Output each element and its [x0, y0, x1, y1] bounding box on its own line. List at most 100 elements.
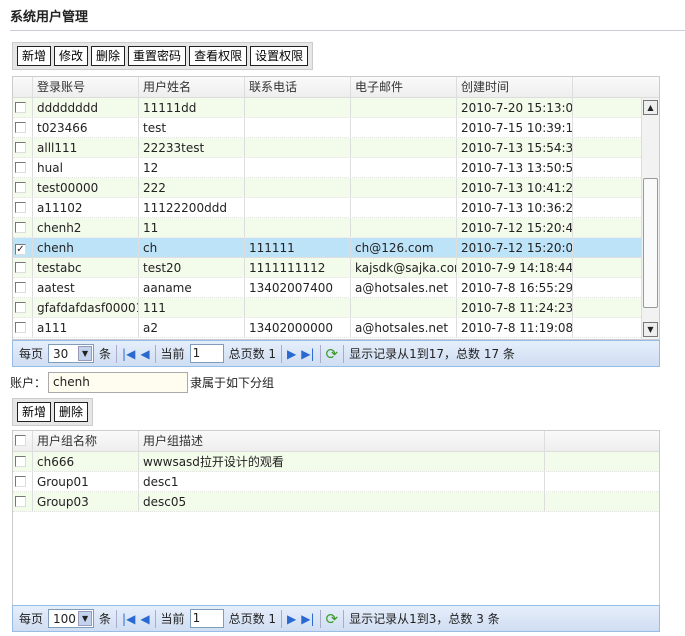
pager1-per-page-select[interactable]: 30 ▼	[48, 344, 95, 363]
table-row[interactable]: ch666 wwwsasd拉开设计的观看	[13, 452, 659, 472]
table-cell: 11	[139, 218, 245, 237]
row-checkbox[interactable]	[15, 282, 26, 293]
toolbar2-button-1[interactable]: 删除	[54, 402, 89, 422]
table-row[interactable]: chenh2 11 2010-7-12 15:20:47	[13, 218, 659, 238]
first-page-icon[interactable]: |◀	[122, 347, 135, 361]
last-page-icon[interactable]: ▶|	[301, 347, 314, 361]
table-cell: 2010-7-13 10:41:29	[457, 178, 573, 197]
table-row[interactable]: t023466 test 2010-7-15 10:39:18	[13, 118, 659, 138]
table-row[interactable]: aatest aaname 13402007400 a@hotsales.net 201…	[13, 278, 659, 298]
pager2-per-page-select[interactable]: 100 ▼	[48, 609, 95, 628]
next-page-icon[interactable]: ▶	[287, 347, 296, 361]
separator	[319, 344, 321, 363]
checkbox-cell	[13, 178, 33, 197]
row-checkbox[interactable]	[15, 456, 26, 467]
pager1-page-input[interactable]: 1	[189, 344, 224, 363]
column-header[interactable]: 联系电话	[245, 77, 351, 97]
checkbox-cell	[13, 492, 33, 511]
table-row[interactable]: testabc test20 1111111112 kajsdk@sajka.com 2…	[13, 258, 659, 278]
table-cell	[245, 198, 351, 217]
row-checkbox[interactable]	[15, 102, 26, 113]
chevron-down-icon[interactable]: ▼	[78, 611, 93, 626]
table-row[interactable]: alll111 22233test 2010-7-13 15:54:38	[13, 138, 659, 158]
table-cell: 2010-7-13 15:54:38	[457, 138, 573, 157]
table-row[interactable]: a111 a2 13402000000 a@hotsales.net 2010-7-8 …	[13, 318, 659, 338]
checkbox-cell: ✓	[13, 238, 33, 257]
table-cell	[351, 178, 457, 197]
last-page-icon[interactable]: ▶|	[301, 612, 314, 626]
toolbar2-button-0[interactable]: 新增	[17, 402, 52, 422]
table-cell	[245, 158, 351, 177]
table-cell: 2010-7-13 13:50:55	[457, 158, 573, 177]
pager1-total-pages: 总页数 1	[228, 347, 277, 361]
column-header[interactable]: 登录账号	[33, 77, 139, 97]
table-cell	[245, 98, 351, 117]
table-cell: 222	[139, 178, 245, 197]
users-grid-header: 登录账号 用户姓名 联系电话 电子邮件 创建时间	[13, 77, 659, 98]
toolbar-button-3[interactable]: 重置密码	[128, 46, 187, 66]
toolbar-button-1[interactable]: 修改	[54, 46, 89, 66]
table-row[interactable]: gfafdafdasf00001 111 2010-7-8 11:24:23	[13, 298, 659, 318]
column-header[interactable]: 用户姓名	[139, 77, 245, 97]
row-checkbox[interactable]	[15, 182, 26, 193]
groups-pager: 每页 100 ▼ 条 |◀ ◀ 当前 1 总页数 1 ▶ ▶| ⟳ 显示记录从1到3，总数 3 条	[12, 605, 660, 632]
toolbar-button-0[interactable]: 新增	[17, 46, 52, 66]
separator	[116, 609, 118, 628]
column-header[interactable]: 用户组名称	[33, 431, 139, 451]
row-checkbox[interactable]: ✓	[15, 244, 26, 255]
prev-page-icon[interactable]: ◀	[140, 347, 149, 361]
table-cell: 111111	[245, 238, 351, 257]
toolbar-button-5[interactable]: 设置权限	[250, 46, 309, 66]
checkbox-cell	[13, 258, 33, 277]
vertical-scrollbar[interactable]: ▲ ▼	[641, 98, 659, 339]
refresh-icon[interactable]: ⟳	[326, 610, 339, 628]
table-cell: dddddddd	[33, 98, 139, 117]
separator	[343, 609, 345, 628]
table-row[interactable]: dddddddd 11111dd 2010-7-20 15:13:00	[13, 98, 659, 118]
row-checkbox[interactable]	[15, 262, 26, 273]
checkbox-cell	[13, 318, 33, 337]
toolbar-button-4[interactable]: 查看权限	[189, 46, 248, 66]
column-header[interactable]: 用户组描述	[139, 431, 545, 451]
row-checkbox[interactable]	[15, 322, 26, 333]
table-row[interactable]: Group01 desc1	[13, 472, 659, 492]
scroll-down-icon[interactable]: ▼	[643, 322, 658, 337]
checkbox-cell	[13, 198, 33, 217]
pager1-current-label: 当前	[160, 347, 185, 361]
row-checkbox[interactable]	[15, 222, 26, 233]
chevron-down-icon[interactable]: ▼	[78, 346, 93, 361]
table-cell: 2010-7-9 14:18:44	[457, 258, 573, 277]
row-checkbox[interactable]	[15, 496, 26, 507]
checkbox-cell	[13, 118, 33, 137]
prev-page-icon[interactable]: ◀	[140, 612, 149, 626]
table-cell: 22233test	[139, 138, 245, 157]
row-checkbox[interactable]	[15, 302, 26, 313]
select-all-checkbox[interactable]	[15, 435, 26, 446]
table-row[interactable]: a11102 11122200ddd 2010-7-13 10:36:21	[13, 198, 659, 218]
row-checkbox[interactable]	[15, 476, 26, 487]
table-row[interactable]: ✓ chenh ch 111111 ch@126.com 2010-7-12 15:20:…	[13, 238, 659, 258]
row-checkbox[interactable]	[15, 202, 26, 213]
refresh-icon[interactable]: ⟳	[326, 345, 339, 363]
table-cell	[351, 218, 457, 237]
table-row[interactable]: Group03 desc05	[13, 492, 659, 512]
first-page-icon[interactable]: |◀	[122, 612, 135, 626]
column-header[interactable]: 电子邮件	[351, 77, 457, 97]
select-all-cell	[13, 431, 33, 451]
row-checkbox[interactable]	[15, 142, 26, 153]
table-row[interactable]: test00000 222 2010-7-13 10:41:29	[13, 178, 659, 198]
pager2-page-input[interactable]: 1	[189, 609, 224, 628]
next-page-icon[interactable]: ▶	[287, 612, 296, 626]
table-cell	[351, 138, 457, 157]
column-header[interactable]: 创建时间	[457, 77, 573, 97]
account-input[interactable]: chenh	[48, 372, 189, 393]
toolbar-button-2[interactable]: 删除	[91, 46, 126, 66]
table-cell: test	[139, 118, 245, 137]
table-cell: 2010-7-8 16:55:29	[457, 278, 573, 297]
row-checkbox[interactable]	[15, 122, 26, 133]
table-row[interactable]: hual 12 2010-7-13 13:50:55	[13, 158, 659, 178]
pager2-unit: 条	[99, 612, 112, 626]
scroll-up-icon[interactable]: ▲	[643, 100, 658, 115]
row-checkbox[interactable]	[15, 162, 26, 173]
scroll-thumb[interactable]	[643, 178, 658, 308]
